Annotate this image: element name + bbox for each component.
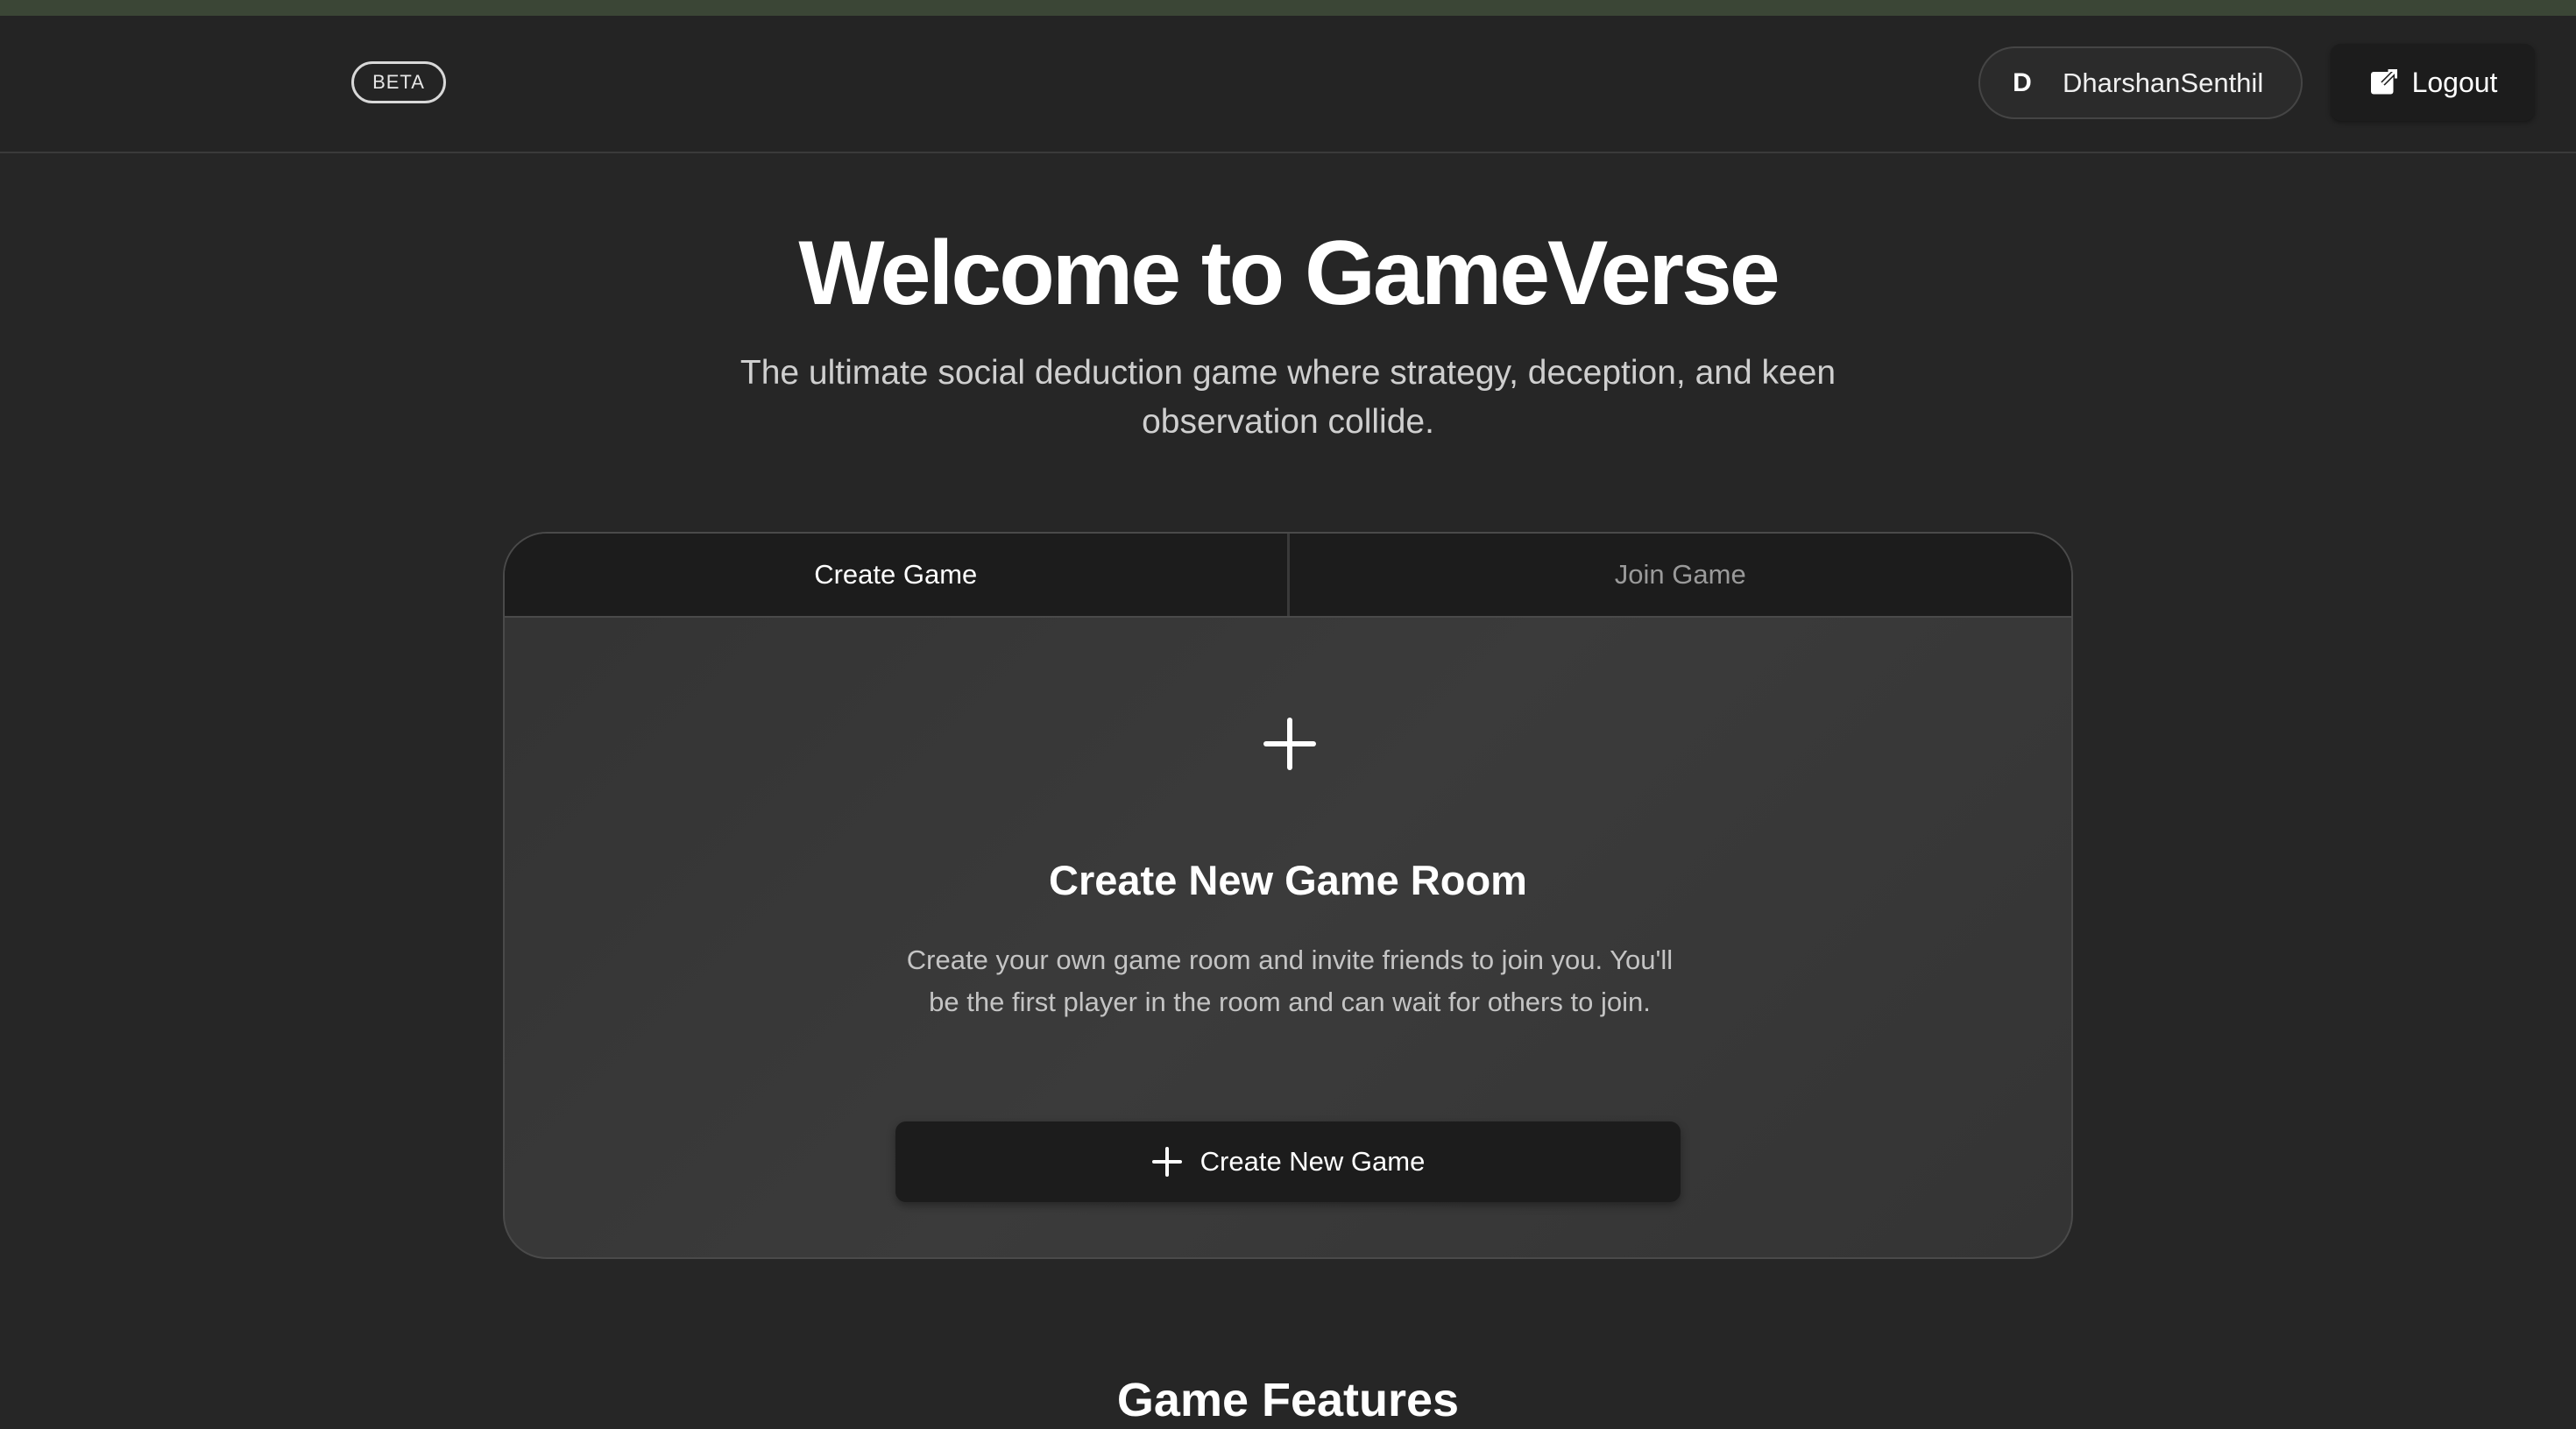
features-heading: Game Features: [1116, 1374, 1460, 1426]
card-title: Create New Game Room: [1049, 857, 1527, 903]
avatar: D: [2013, 67, 2032, 97]
logout-icon: [2368, 67, 2400, 98]
tab-join-game[interactable]: Join Game: [1289, 534, 2071, 616]
beta-badge: BETA: [351, 61, 446, 103]
page-title: Welcome to GameVerse: [798, 223, 1780, 324]
username: DharshanSenthil: [2063, 67, 2264, 98]
page-subtitle: The ultimate social deduction game where…: [740, 354, 1836, 441]
game-panel: Create Game Join Game Create New Game Ro…: [503, 532, 2073, 1259]
logout-button[interactable]: Logout: [2331, 44, 2535, 121]
plus-icon: [1263, 718, 1316, 770]
tab-create-game[interactable]: Create Game: [505, 534, 1290, 616]
create-new-game-label: Create New Game: [1200, 1146, 1426, 1177]
create-new-game-button[interactable]: Create New Game: [895, 1121, 1681, 1202]
top-strip: [0, 0, 2576, 16]
game-tabs: Create Game Join Game: [505, 534, 2071, 618]
card-description: Create your own game room and invite fri…: [906, 944, 1674, 1017]
user-profile-pill[interactable]: D DharshanSenthil: [1978, 46, 2303, 119]
app-header: BETA D DharshanSenthil Logout: [0, 16, 2576, 153]
logout-label: Logout: [2411, 66, 2498, 98]
plus-icon: [1151, 1146, 1183, 1178]
